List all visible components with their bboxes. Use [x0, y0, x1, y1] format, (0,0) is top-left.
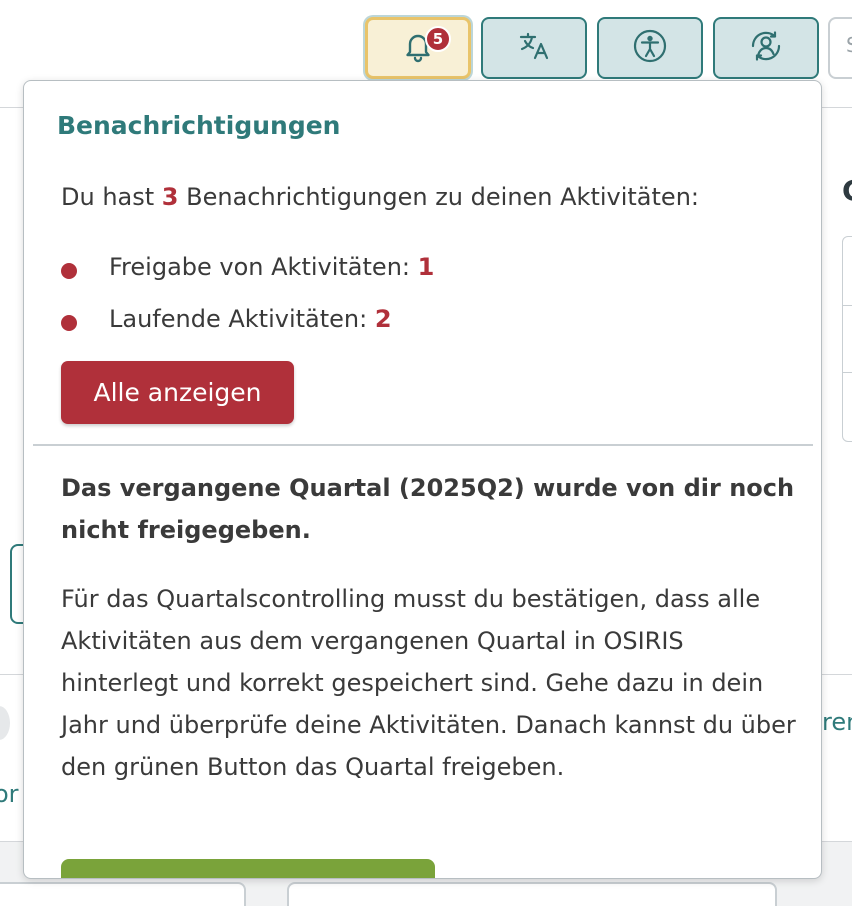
- list-item-label: Laufende Aktivitäten:: [109, 305, 368, 333]
- list-item-label: Freigabe von Aktivitäten:: [109, 253, 410, 281]
- list-item-count: 2: [374, 305, 392, 333]
- quarter-warning: Das vergangene Quartal (2025Q2) wurde vo…: [61, 474, 795, 544]
- divider: [33, 444, 813, 446]
- background-link[interactable]: ren: [822, 708, 852, 736]
- notification-count-badge: 5: [425, 26, 451, 52]
- bullet-dot-icon: [61, 315, 77, 331]
- switch-user-button[interactable]: [713, 17, 819, 79]
- list-item-count: 1: [417, 253, 435, 281]
- notifications-button[interactable]: 5: [365, 17, 471, 79]
- background-table: [842, 236, 852, 442]
- user-switch-icon: [748, 28, 784, 68]
- summary-prefix: Du hast: [61, 183, 155, 211]
- notifications-dropdown: Benachrichtigungen Du hast 3 Benachricht…: [23, 80, 822, 879]
- summary-suffix: Benachrichtigungen zu deinen Aktivitäten…: [186, 183, 699, 211]
- background-heading: C: [842, 174, 852, 207]
- notification-list: Freigabe von Aktivitäten: 1 Laufende Akt…: [61, 253, 434, 357]
- search-input[interactable]: S: [828, 17, 852, 79]
- quarter-explanation: Für das Quartalscontrolling musst du bes…: [61, 585, 796, 781]
- list-item: Laufende Aktivitäten: 2: [61, 305, 434, 357]
- translate-icon: [516, 28, 552, 68]
- go-to-year-button[interactable]: [61, 859, 435, 878]
- table-divider: [842, 372, 852, 373]
- background-field[interactable]: [0, 882, 246, 906]
- dropdown-title: Benachrichtigungen: [57, 111, 341, 140]
- accessibility-icon: [632, 28, 668, 68]
- notifications-summary: Du hast 3 Benachrichtigungen zu deinen A…: [61, 183, 699, 211]
- bullet-dot-icon: [61, 263, 77, 279]
- background-link[interactable]: or: [0, 780, 19, 808]
- show-all-button[interactable]: Alle anzeigen: [61, 361, 294, 424]
- language-button[interactable]: [481, 17, 587, 79]
- summary-count: 3: [161, 183, 179, 211]
- background-field[interactable]: [287, 882, 777, 906]
- accessibility-button[interactable]: [597, 17, 703, 79]
- list-item: Freigabe von Aktivitäten: 1: [61, 253, 434, 305]
- search-placeholder: S: [846, 33, 852, 57]
- table-divider: [842, 305, 852, 306]
